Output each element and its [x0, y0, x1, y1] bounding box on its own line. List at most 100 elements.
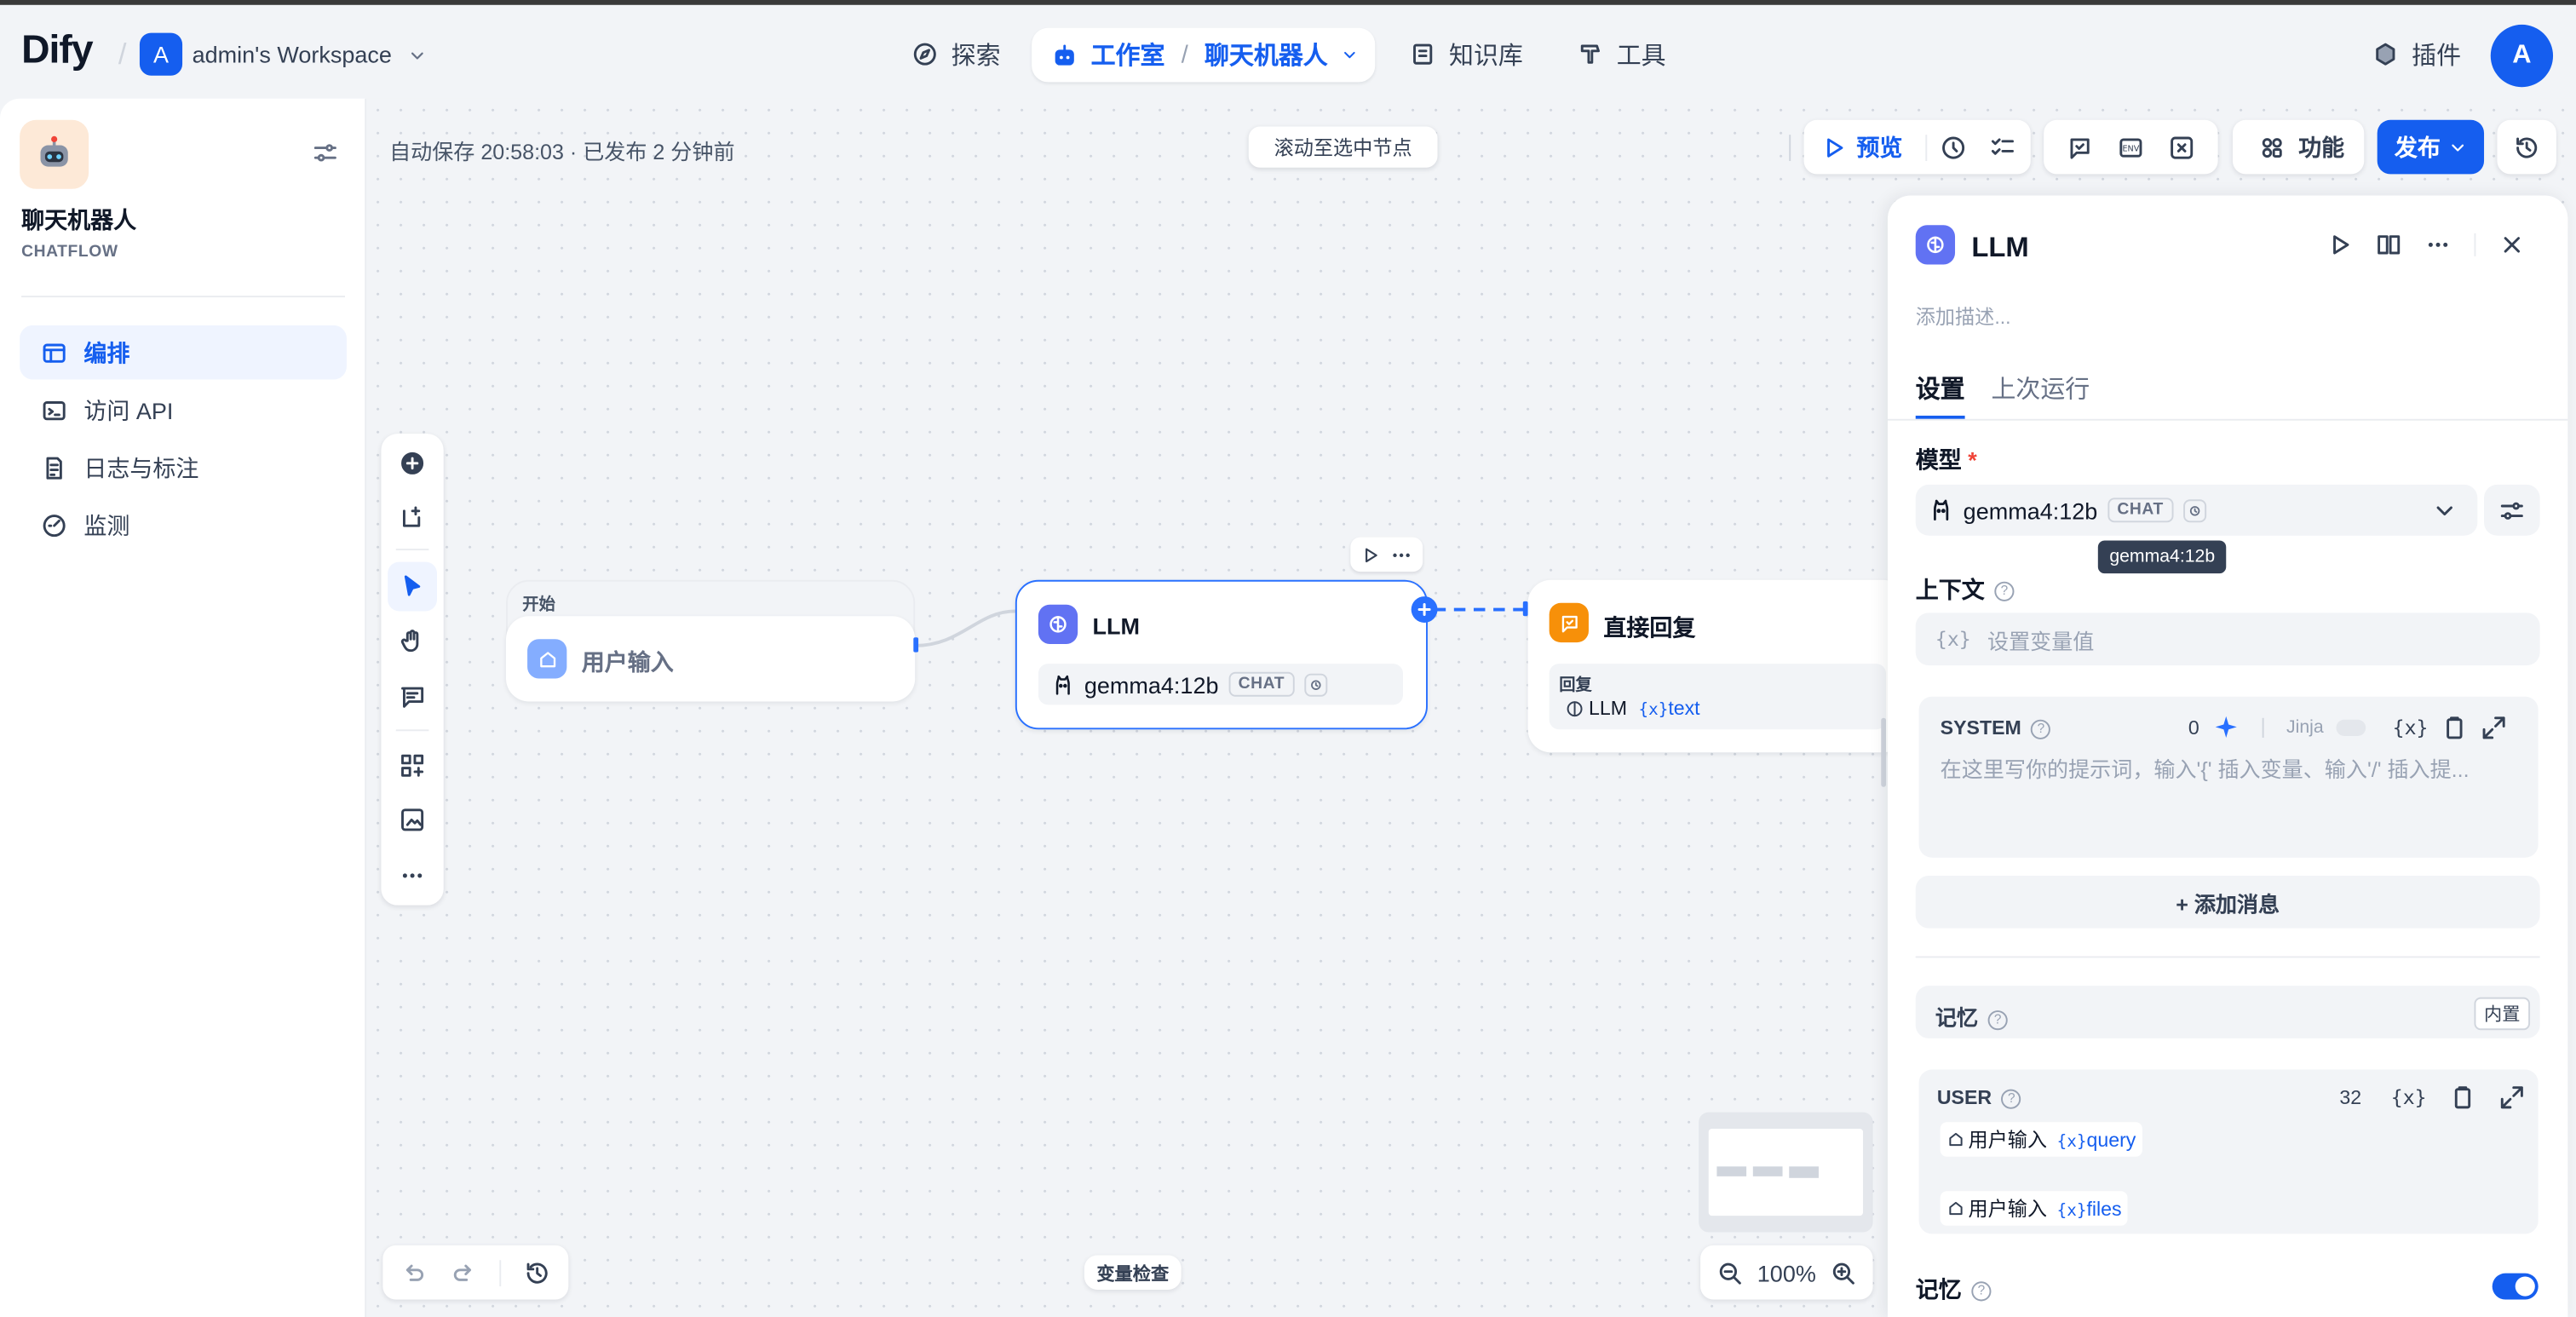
- jinja-toggle[interactable]: [2337, 719, 2366, 737]
- system-prompt-input[interactable]: 在这里写你的提示词，输入'{' 插入变量、输入'/' 插入提...: [1941, 752, 2524, 784]
- more-button[interactable]: [388, 851, 437, 900]
- publish-button[interactable]: 发布: [2377, 119, 2485, 175]
- play-icon[interactable]: [2326, 232, 2353, 258]
- history-icon[interactable]: [524, 1259, 550, 1285]
- comment-button[interactable]: [388, 672, 437, 722]
- version-history-button[interactable]: [2497, 119, 2556, 175]
- add-node-button[interactable]: [388, 439, 437, 488]
- play-icon[interactable]: [1360, 544, 1380, 564]
- organize-button[interactable]: [388, 741, 437, 791]
- close-icon[interactable]: [2498, 232, 2525, 258]
- env-icon[interactable]: ENV: [2118, 134, 2144, 160]
- expand-icon[interactable]: [2481, 715, 2507, 741]
- nav-app-switcher[interactable]: 聊天机器人: [1205, 37, 1328, 72]
- features-button[interactable]: 功能: [2232, 119, 2365, 175]
- workspace-name[interactable]: admin's Workspace: [193, 41, 392, 67]
- help-icon[interactable]: ?: [1987, 1009, 2008, 1030]
- divider: [395, 549, 429, 551]
- user-var-chip[interactable]: 用户输入 {x}files: [1940, 1191, 2129, 1226]
- app-settings-button[interactable]: [312, 140, 338, 166]
- nav-studio[interactable]: 工作室 / 聊天机器人: [1032, 27, 1376, 83]
- nav-studio-label: 工作室: [1090, 43, 1165, 71]
- hand-mode-button[interactable]: [388, 616, 437, 665]
- export-image-button[interactable]: [388, 795, 437, 844]
- dify-logo[interactable]: Dify: [21, 28, 94, 74]
- help-icon[interactable]: ?: [1971, 1281, 1992, 1303]
- answer-var-node: LLM: [1588, 696, 1627, 720]
- add-message-button[interactable]: + 添加消息: [1915, 875, 2540, 929]
- expand-icon[interactable]: [2498, 1084, 2525, 1111]
- divider: [1925, 134, 1928, 161]
- user-avatar[interactable]: A: [2490, 24, 2554, 88]
- clipboard-icon[interactable]: [2441, 715, 2468, 741]
- chevron-down-icon[interactable]: [407, 46, 427, 66]
- workspace-avatar[interactable]: A: [139, 32, 183, 76]
- start-node-handle[interactable]: [913, 637, 919, 653]
- memory-builtin-badge: 内置: [2474, 997, 2531, 1031]
- help-icon[interactable]: ?: [2031, 719, 2051, 739]
- start-node-group[interactable]: 开始 用户输入: [506, 579, 916, 702]
- tab-settings[interactable]: 设置: [1916, 371, 1965, 406]
- user-var-node: 用户输入: [1968, 1128, 2048, 1152]
- sidebar-item-monitor[interactable]: 监测: [20, 497, 347, 552]
- sidebar-item-api[interactable]: 访问 API: [20, 382, 347, 437]
- sidebar-item-logs[interactable]: 日志与标注: [20, 440, 347, 495]
- panel-title[interactable]: LLM: [1971, 232, 2028, 265]
- help-icon[interactable]: ?: [2001, 1089, 2021, 1109]
- scroll-to-node-button[interactable]: 滚动至选中节点: [1248, 126, 1438, 168]
- nav-tools[interactable]: 工具: [1577, 28, 1666, 81]
- sidebar-item-orchestrate[interactable]: 编排: [20, 325, 347, 380]
- checklist-icon[interactable]: [1990, 134, 2016, 160]
- insert-variable-icon[interactable]: {x}: [2393, 716, 2429, 739]
- ollama-icon: [1055, 674, 1070, 694]
- system-label-text: SYSTEM: [1940, 716, 2021, 739]
- tab-last-run[interactable]: 上次运行: [1991, 371, 2090, 406]
- redo-icon[interactable]: [450, 1259, 476, 1285]
- minimap[interactable]: [1699, 1112, 1873, 1233]
- memory-toggle[interactable]: [2492, 1273, 2539, 1300]
- more-horizontal-icon[interactable]: [1390, 543, 1413, 566]
- nav-plugins[interactable]: 插件: [2372, 28, 2461, 81]
- variable-inspect-button[interactable]: 变量检查: [1084, 1255, 1182, 1290]
- more-horizontal-icon[interactable]: [2425, 232, 2452, 258]
- user-tools: 32 {x}: [2339, 1084, 2525, 1111]
- zoom-out-icon[interactable]: [1717, 1259, 1744, 1285]
- answer-node[interactable]: 直接回复 回复 LLM {x}text: [1527, 579, 1906, 753]
- zoom-level[interactable]: 100%: [1757, 1259, 1816, 1285]
- zoom-in-icon[interactable]: [1830, 1259, 1856, 1285]
- model-selector[interactable]: gemma4:12b CHAT: [1915, 484, 2478, 536]
- clipboard-icon[interactable]: [2450, 1084, 2476, 1111]
- add-next-node-button[interactable]: [1411, 596, 1438, 623]
- insert-variable-icon[interactable]: {x}: [2391, 1086, 2427, 1109]
- description-input[interactable]: 添加描述...: [1916, 302, 2011, 331]
- model-params-button[interactable]: [2484, 484, 2540, 536]
- message-check-icon[interactable]: [2067, 134, 2093, 160]
- answer-node-handle[interactable]: [1522, 601, 1528, 617]
- nav-knowledge[interactable]: 知识库: [1410, 28, 1523, 81]
- undo-icon[interactable]: [401, 1259, 428, 1285]
- add-note-button[interactable]: [388, 493, 437, 543]
- user-var-chip[interactable]: 用户输入 {x}query: [1940, 1122, 2143, 1157]
- brain-icon: [1927, 236, 1944, 254]
- preview-button[interactable]: 预览: [1820, 130, 1902, 164]
- variable-icon[interactable]: [2169, 134, 2195, 160]
- more-horizontal-icon: [402, 873, 423, 878]
- publish-label: 发布: [2394, 134, 2441, 161]
- cube-icon: [2376, 43, 2395, 66]
- nav-explore[interactable]: 探索: [911, 28, 1001, 81]
- answer-var-name: {x}text: [1638, 696, 1700, 720]
- chevron-down-icon[interactable]: [1341, 46, 1359, 64]
- minimap-node: [1789, 1166, 1819, 1178]
- sparkle-icon[interactable]: [2212, 715, 2239, 741]
- model-config-icon: [1304, 672, 1328, 696]
- app-sidebar: 聊天机器人 CHATFLOW 编排 访问 API 日志与标注 监测: [0, 98, 367, 1317]
- panel-resize-handle[interactable]: [1881, 717, 1887, 787]
- context-variable-input[interactable]: {x} 设置变量值: [1915, 612, 2540, 666]
- start-node[interactable]: 用户输入: [506, 616, 916, 702]
- pointer-mode-button[interactable]: [388, 561, 438, 612]
- history-clock-icon[interactable]: [1941, 134, 1967, 160]
- help-icon[interactable]: ?: [1994, 582, 2015, 602]
- message-icon: [401, 687, 424, 708]
- book-open-icon[interactable]: [2376, 232, 2402, 258]
- llm-node[interactable]: LLM gemma4:12b CHAT: [1015, 579, 1428, 730]
